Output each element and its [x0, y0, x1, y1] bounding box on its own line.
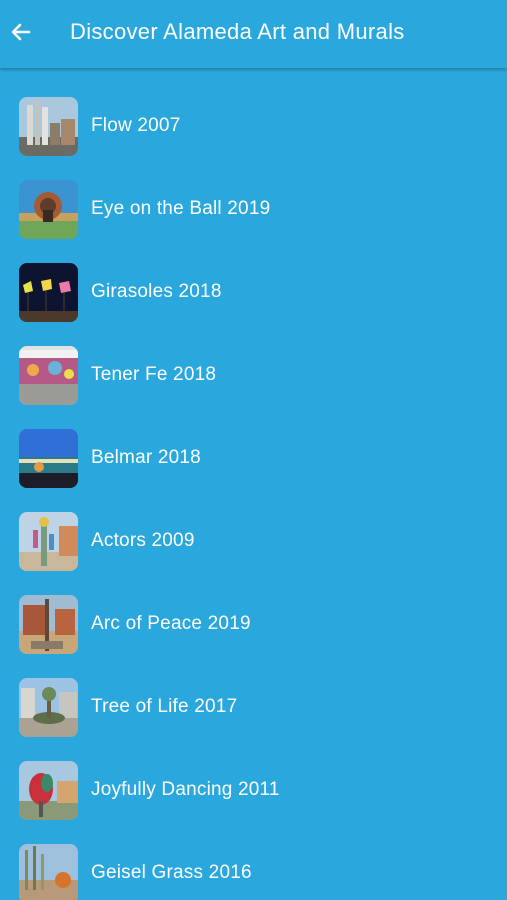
- page-title: Discover Alameda Art and Murals: [70, 19, 405, 44]
- thumbnail-image: [19, 678, 78, 737]
- thumbnail-image: [19, 761, 78, 820]
- item-title: Arc of Peace 2019: [91, 613, 251, 634]
- thumbnail-image: [19, 263, 78, 322]
- list-item[interactable]: Joyfully Dancing 2011: [0, 732, 507, 820]
- mural-list: Flow 2007 Eye on the Ball 2019 Girasoles…: [0, 68, 507, 900]
- item-title: Flow 2007: [91, 115, 181, 136]
- item-title: Joyfully Dancing 2011: [91, 779, 280, 800]
- item-title: Actors 2009: [91, 530, 195, 551]
- list-item[interactable]: Tener Fe 2018: [0, 317, 507, 405]
- thumbnail-image: [19, 844, 78, 900]
- thumbnail-image: [19, 429, 78, 488]
- item-title: Girasoles 2018: [91, 281, 222, 302]
- list-item[interactable]: Actors 2009: [0, 483, 507, 571]
- list-item[interactable]: Girasoles 2018: [0, 234, 507, 322]
- list-item[interactable]: Arc of Peace 2019: [0, 566, 507, 654]
- item-title: Eye on the Ball 2019: [91, 198, 271, 219]
- item-title: Geisel Grass 2016: [91, 862, 252, 883]
- item-title: Tree of Life 2017: [91, 696, 238, 717]
- item-title: Tener Fe 2018: [91, 364, 217, 385]
- list-item[interactable]: Eye on the Ball 2019: [0, 151, 507, 239]
- app-bar: Discover Alameda Art and Murals: [0, 0, 507, 68]
- app-screen: Discover Alameda Art and Murals Flow 200…: [0, 0, 507, 900]
- item-title: Belmar 2018: [91, 447, 201, 468]
- thumbnail-image: [19, 595, 78, 654]
- list-item[interactable]: Tree of Life 2017: [0, 649, 507, 737]
- list-item[interactable]: Belmar 2018: [0, 400, 507, 488]
- list-item[interactable]: Geisel Grass 2016: [0, 815, 507, 900]
- back-button[interactable]: [6, 18, 36, 50]
- thumbnail-image: [19, 512, 78, 571]
- arrow-left-icon: [9, 20, 33, 49]
- thumbnail-image: [19, 180, 78, 239]
- thumbnail-image: [19, 346, 78, 405]
- thumbnail-image: [19, 97, 78, 156]
- list-item[interactable]: Flow 2007: [0, 68, 507, 156]
